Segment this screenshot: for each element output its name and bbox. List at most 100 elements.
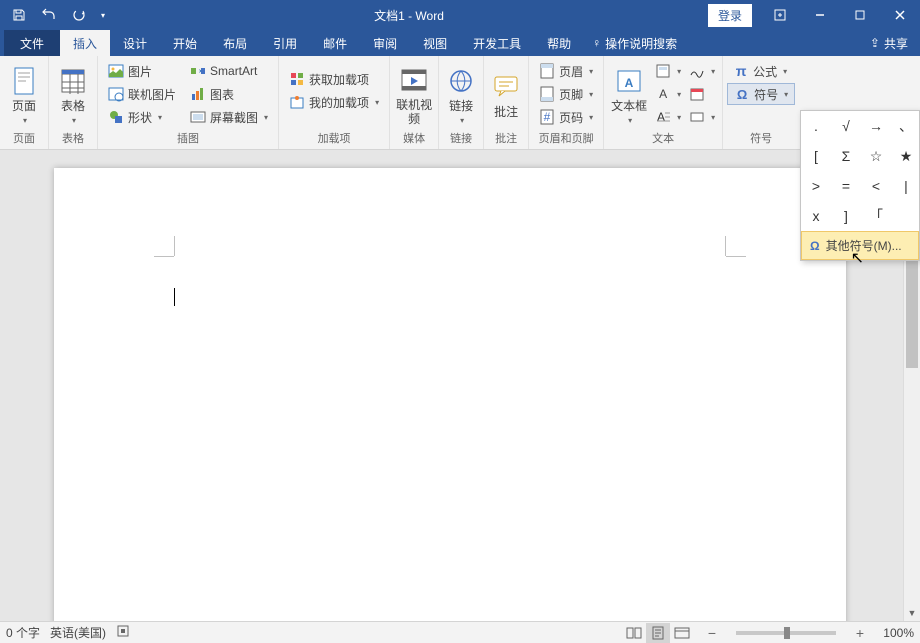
table-icon <box>57 65 89 97</box>
footer-button[interactable]: 页脚▾ <box>533 83 599 105</box>
symbol-dropdown-panel: . √ → 、 [ Σ ☆ ★ > = < | x ] 「 Ω 其他符号(M).… <box>800 110 920 261</box>
text-box-button[interactable]: A 文本框 ▾ <box>608 58 650 128</box>
scroll-down-button[interactable]: ▼ <box>904 604 920 621</box>
tab-file[interactable]: 文件 <box>4 30 60 56</box>
share-button[interactable]: ⇪ 共享 <box>858 30 920 56</box>
symbol-button[interactable]: Ω符号▾ <box>727 83 795 105</box>
shapes-button[interactable]: 形状▾ <box>102 106 182 128</box>
get-addins-button[interactable]: 获取加载项 <box>283 68 385 90</box>
zoom-slider-thumb[interactable] <box>784 627 790 639</box>
symbol-cell[interactable]: ] <box>831 201 861 231</box>
tab-home[interactable]: 开始 <box>160 30 210 56</box>
tab-developer[interactable]: 开发工具 <box>460 30 534 56</box>
comment-button[interactable]: 批注 <box>488 58 524 128</box>
object-button[interactable]: ▾ <box>686 106 718 128</box>
addin-icon <box>289 94 305 110</box>
online-picture-icon <box>108 86 124 102</box>
symbol-cell[interactable]: → <box>861 111 891 141</box>
link-icon <box>445 65 477 97</box>
smartart-button[interactable]: SmartArt <box>184 60 274 82</box>
symbol-cell[interactable]: 「 <box>861 201 891 231</box>
login-button[interactable]: 登录 <box>708 4 752 27</box>
chart-button[interactable]: 图表 <box>184 83 274 105</box>
macro-icon[interactable] <box>116 624 130 641</box>
table-button[interactable]: 表格 ▾ <box>53 58 93 128</box>
group-addins: 获取加载项 我的加载项▾ 加载项 <box>279 56 390 149</box>
tab-layout[interactable]: 布局 <box>210 30 260 56</box>
date-icon <box>689 86 705 102</box>
page-number-button[interactable]: #页码▾ <box>533 106 599 128</box>
zoom-slider[interactable] <box>736 631 836 635</box>
symbol-cell[interactable]: < <box>861 171 891 201</box>
read-mode-button[interactable] <box>622 623 646 643</box>
more-symbols-button[interactable]: Ω 其他符号(M)... <box>801 231 919 260</box>
parts-icon <box>655 63 671 79</box>
page-icon <box>8 65 40 97</box>
signature-line-button[interactable]: ▾ <box>686 60 718 82</box>
my-addins-button[interactable]: 我的加载项▾ <box>283 91 385 113</box>
date-time-button[interactable] <box>686 83 718 105</box>
undo-button[interactable] <box>36 2 62 28</box>
maximize-button[interactable] <box>840 0 880 30</box>
minimize-button[interactable] <box>800 0 840 30</box>
tab-view[interactable]: 视图 <box>410 30 460 56</box>
svg-text:A: A <box>625 76 634 90</box>
group-links: 链接 ▾ 链接 <box>439 56 484 149</box>
footer-icon <box>539 86 555 102</box>
symbol-cell[interactable]: [ <box>801 141 831 171</box>
word-count[interactable]: 0 个字 <box>6 624 40 641</box>
status-bar: 0 个字 英语(美国) − + 100% <box>0 621 920 643</box>
tab-insert[interactable]: 插入 <box>60 30 110 56</box>
symbol-cell[interactable] <box>891 201 920 231</box>
symbol-cell[interactable]: 、 <box>891 111 920 141</box>
equation-button[interactable]: π公式▾ <box>727 60 795 82</box>
symbol-cell[interactable]: | <box>891 171 920 201</box>
wordart-button[interactable]: A▾ <box>652 83 684 105</box>
tab-references[interactable]: 引用 <box>260 30 310 56</box>
symbol-cell[interactable]: > <box>801 171 831 201</box>
wordart-icon: A <box>655 86 671 102</box>
document-page[interactable] <box>54 168 846 621</box>
zoom-in-button[interactable]: + <box>852 625 868 641</box>
pages-button[interactable]: 页面 ▾ <box>4 58 44 128</box>
tab-review[interactable]: 审阅 <box>360 30 410 56</box>
online-video-button[interactable]: 联机视频 <box>394 58 434 128</box>
close-button[interactable] <box>880 0 920 30</box>
ribbon-display-options-button[interactable] <box>760 0 800 30</box>
zoom-level[interactable]: 100% <box>878 626 914 640</box>
redo-button[interactable] <box>66 2 92 28</box>
symbol-cell[interactable]: . <box>801 111 831 141</box>
symbol-cell[interactable]: Σ <box>831 141 861 171</box>
symbol-cell[interactable]: = <box>831 171 861 201</box>
screenshot-button[interactable]: 屏幕截图▾ <box>184 106 274 128</box>
group-media: 联机视频 媒体 <box>390 56 439 149</box>
dropcap-icon: A <box>655 109 671 125</box>
symbol-cell[interactable]: ☆ <box>861 141 891 171</box>
window-title: 文档1 - Word <box>110 7 708 24</box>
ribbon-tabs: 文件 插入 设计 开始 布局 引用 邮件 审阅 视图 开发工具 帮助 ♀ 操作说… <box>0 30 920 56</box>
header-button[interactable]: 页眉▾ <box>533 60 599 82</box>
link-button[interactable]: 链接 ▾ <box>443 58 479 128</box>
pictures-button[interactable]: 图片 <box>102 60 182 82</box>
text-box-icon: A <box>613 65 645 97</box>
drop-cap-button[interactable]: A▾ <box>652 106 684 128</box>
save-button[interactable] <box>6 2 32 28</box>
signature-icon <box>689 63 705 79</box>
web-layout-button[interactable] <box>670 623 694 643</box>
symbol-cell[interactable]: ★ <box>891 141 920 171</box>
tab-mailings[interactable]: 邮件 <box>310 30 360 56</box>
group-header-footer: 页眉▾ 页脚▾ #页码▾ 页眉和页脚 <box>529 56 604 149</box>
language-status[interactable]: 英语(美国) <box>50 624 106 641</box>
equation-icon: π <box>733 63 749 79</box>
tell-me-search[interactable]: ♀ 操作说明搜索 <box>584 30 685 56</box>
symbol-cell[interactable]: x <box>801 201 831 231</box>
online-pictures-button[interactable]: 联机图片 <box>102 83 182 105</box>
symbol-cell[interactable]: √ <box>831 111 861 141</box>
quick-parts-button[interactable]: ▾ <box>652 60 684 82</box>
tab-design[interactable]: 设计 <box>110 30 160 56</box>
print-layout-button[interactable] <box>646 623 670 643</box>
tab-help[interactable]: 帮助 <box>534 30 584 56</box>
omega-icon: Ω <box>734 86 750 102</box>
zoom-out-button[interactable]: − <box>704 625 720 641</box>
qat-customize-button[interactable]: ▾ <box>96 2 110 28</box>
